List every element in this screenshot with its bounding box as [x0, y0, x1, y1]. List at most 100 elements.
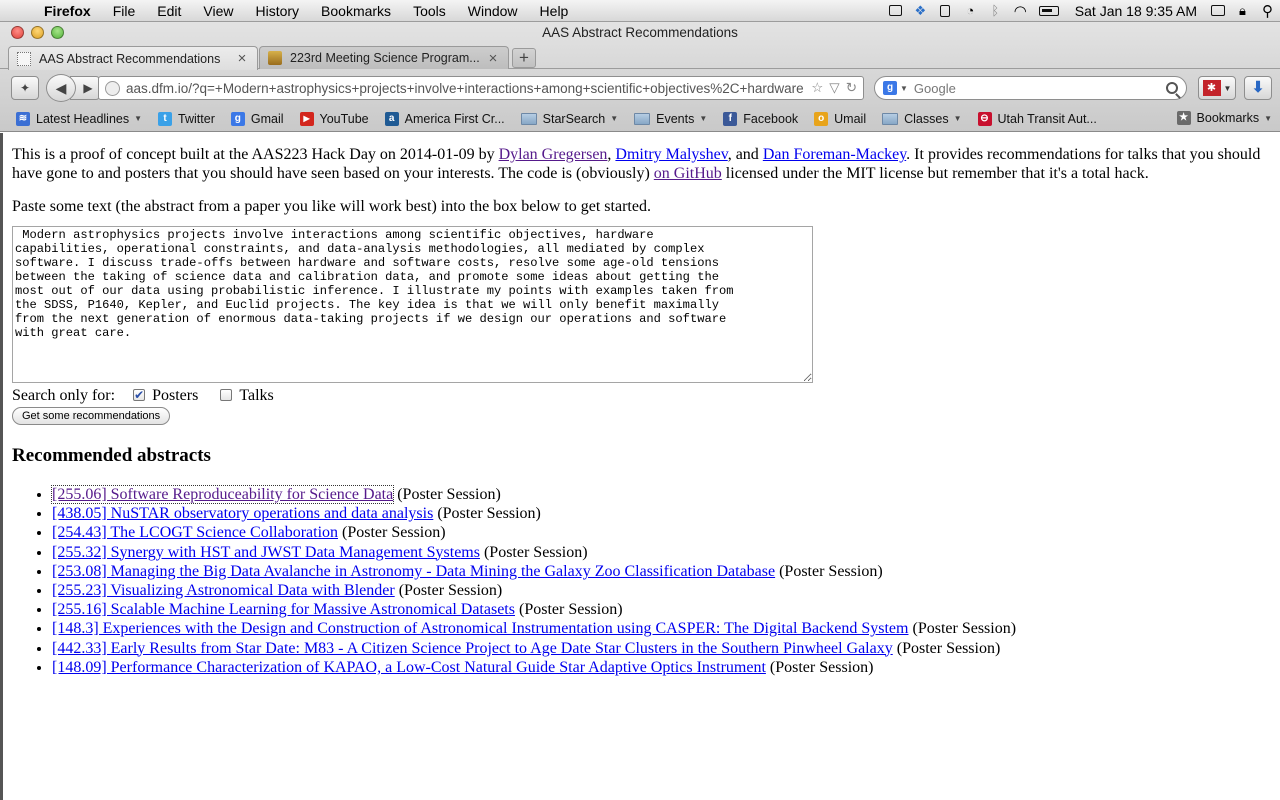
- spotlight-search-icon[interactable]: ⚲: [1255, 0, 1280, 22]
- bookmarks-menu-button[interactable]: ★ Bookmarks ▼: [1176, 111, 1272, 125]
- get-recommendations-button[interactable]: Get some recommendations: [12, 407, 171, 425]
- close-tab-icon[interactable]: ×: [235, 50, 249, 67]
- bookmark-youtube[interactable]: ▶ YouTube: [299, 111, 369, 126]
- author-link-dmitry-malyshev[interactable]: Dmitry Malyshev: [615, 146, 727, 163]
- screen-mirror-icon[interactable]: [883, 0, 908, 22]
- bookmark-label: YouTube: [319, 111, 369, 126]
- time-machine-icon[interactable]: ◔: [958, 0, 983, 22]
- menu-edit[interactable]: Edit: [146, 3, 192, 19]
- author-link-dan-foreman-mackey[interactable]: Dan Foreman-Mackey: [763, 146, 906, 163]
- session-type: (Poster Session): [437, 505, 541, 523]
- list-item: [255.06] Software Reproduceability for S…: [50, 485, 1268, 504]
- search-engine-dropdown-icon[interactable]: ▼: [900, 84, 908, 93]
- bluetooth-icon[interactable]: ᛒ: [983, 0, 1008, 22]
- history-dropdown-icon[interactable]: ▽: [829, 80, 839, 96]
- abstract-link[interactable]: [254.43] The LCOGT Science Collaboration: [52, 524, 338, 541]
- lock-icon[interactable]: 🔒︎: [1230, 0, 1255, 22]
- search-bar[interactable]: g ▼ Google: [874, 76, 1187, 100]
- bookmark-folder-classes[interactable]: Classes ▼: [882, 111, 962, 126]
- bookmarks-menu-icon: ★: [1176, 111, 1191, 125]
- downloads-button[interactable]: ⬇: [1244, 76, 1272, 100]
- list-item: [255.16] Scalable Machine Learning for M…: [52, 600, 1268, 619]
- bookmark-america-first-credit-union[interactable]: a America First Cr...: [384, 111, 505, 126]
- bookmark-label: Umail: [834, 111, 867, 126]
- chevron-down-icon: ▼: [610, 114, 619, 123]
- posters-checkbox[interactable]: [133, 386, 146, 405]
- bank-icon: a: [384, 111, 399, 126]
- abstract-link[interactable]: [438.05] NuSTAR observatory operations a…: [52, 505, 433, 522]
- abstract-textarea[interactable]: Modern astrophysics projects involve int…: [12, 226, 813, 383]
- back-button[interactable]: ◀: [46, 74, 76, 102]
- search-icon[interactable]: [1166, 82, 1178, 94]
- intro-separator: , and: [727, 146, 763, 163]
- close-tab-icon[interactable]: ×: [486, 50, 500, 67]
- menu-help[interactable]: Help: [529, 3, 580, 19]
- abstract-link[interactable]: [255.06] Software Reproduceability for S…: [50, 485, 395, 504]
- abstract-link[interactable]: [255.16] Scalable Machine Learning for M…: [52, 601, 515, 618]
- bookmark-folder-events[interactable]: Events ▼: [634, 112, 707, 126]
- tab-223rd-meeting-science-program[interactable]: 223rd Meeting Science Program... ×: [259, 46, 509, 69]
- abstract-link[interactable]: [148.3] Experiences with the Design and …: [52, 620, 908, 637]
- toolbar-tools-button[interactable]: ✦: [11, 76, 39, 100]
- tab-title: 223rd Meeting Science Program...: [290, 51, 480, 65]
- abstract-link[interactable]: [253.08] Managing the Big Data Avalanche…: [52, 563, 775, 580]
- menu-history[interactable]: History: [244, 3, 310, 19]
- google-engine-icon[interactable]: g: [883, 81, 897, 95]
- tab-title: AAS Abstract Recommendations: [39, 51, 221, 66]
- list-item: [438.05] NuSTAR observatory operations a…: [52, 504, 1268, 523]
- macos-menubar: Firefox File Edit View History Bookmarks…: [0, 0, 1280, 22]
- page-content: This is a proof of concept built at the …: [0, 133, 1280, 800]
- bookmark-label: Classes: [904, 111, 949, 126]
- bookmark-facebook[interactable]: f Facebook: [723, 111, 798, 126]
- menu-tools[interactable]: Tools: [402, 3, 457, 19]
- site-identity-icon[interactable]: [105, 80, 120, 96]
- menu-file[interactable]: File: [102, 3, 147, 19]
- bookmark-star-icon[interactable]: ☆: [811, 80, 823, 96]
- search-input[interactable]: Google: [914, 81, 1166, 96]
- new-tab-button[interactable]: +: [512, 48, 536, 68]
- bookmark-twitter[interactable]: t Twitter: [158, 111, 215, 126]
- talks-checkbox[interactable]: [220, 389, 233, 401]
- wifi-icon[interactable]: ◠: [1008, 0, 1033, 22]
- list-item: [148.3] Experiences with the Design and …: [52, 619, 1268, 638]
- menu-window[interactable]: Window: [457, 3, 529, 19]
- address-bar[interactable]: aas.dfm.io/?q=+Modern+astrophysics+proje…: [98, 76, 864, 100]
- menubar-clock[interactable]: Sat Jan 18 9:35 AM: [1065, 3, 1205, 19]
- menu-app-firefox[interactable]: Firefox: [40, 3, 102, 19]
- reload-icon[interactable]: ↻: [846, 80, 857, 96]
- bookmark-latest-headlines[interactable]: ≋ Latest Headlines ▼: [16, 111, 142, 126]
- posters-label[interactable]: Posters: [152, 386, 198, 405]
- author-link-dylan-gregersen[interactable]: Dylan Gregersen: [499, 146, 608, 163]
- session-type: (Poster Session): [779, 562, 883, 580]
- abstract-link[interactable]: [255.23] Visualizing Astronomical Data w…: [52, 582, 395, 599]
- battery-icon[interactable]: [1033, 0, 1065, 22]
- instructions-text: Paste some text (the abstract from a pap…: [12, 198, 651, 215]
- bookmark-folder-starsearch[interactable]: StarSearch ▼: [520, 112, 619, 126]
- bookmark-gmail[interactable]: g Gmail: [230, 111, 284, 126]
- bookmark-utah-transit-authority[interactable]: ⊖ Utah Transit Aut...: [977, 111, 1097, 126]
- list-item: [148.09] Performance Characterization of…: [52, 658, 1268, 677]
- abstract-link[interactable]: [442.33] Early Results from Star Date: M…: [52, 640, 893, 657]
- display-icon[interactable]: [933, 0, 958, 22]
- monitor-icon[interactable]: [1205, 0, 1230, 22]
- puzzle-icon: ✦: [19, 81, 31, 95]
- chevron-down-icon: ▼: [1223, 83, 1232, 93]
- dropbox-icon[interactable]: ❖: [908, 0, 933, 22]
- abstract-link[interactable]: [148.09] Performance Characterization of…: [52, 659, 766, 676]
- addon-toolbar-button[interactable]: ✱ ▼: [1198, 76, 1236, 100]
- facebook-icon: f: [723, 111, 738, 126]
- menu-view[interactable]: View: [192, 3, 244, 19]
- uta-icon: ⊖: [977, 111, 992, 126]
- github-link[interactable]: on GitHub: [654, 165, 722, 182]
- intro-paragraph: This is a proof of concept built at the …: [12, 145, 1267, 183]
- tab-aas-abstract-recommendations[interactable]: AAS Abstract Recommendations ×: [8, 46, 258, 70]
- session-type: (Poster Session): [912, 620, 1017, 638]
- browser-chrome: AAS Abstract Recommendations AAS Abstrac…: [0, 22, 1280, 132]
- address-bar-url[interactable]: aas.dfm.io/?q=+Modern+astrophysics+proje…: [126, 81, 807, 96]
- bookmark-umail[interactable]: o Umail: [814, 111, 867, 126]
- talks-label[interactable]: Talks: [239, 386, 273, 405]
- abstract-link[interactable]: [255.32] Synergy with HST and JWST Data …: [52, 544, 480, 561]
- menu-bookmarks[interactable]: Bookmarks: [310, 3, 402, 19]
- forward-arrow-icon: ▶: [83, 81, 93, 95]
- list-item: [255.32] Synergy with HST and JWST Data …: [52, 543, 1268, 562]
